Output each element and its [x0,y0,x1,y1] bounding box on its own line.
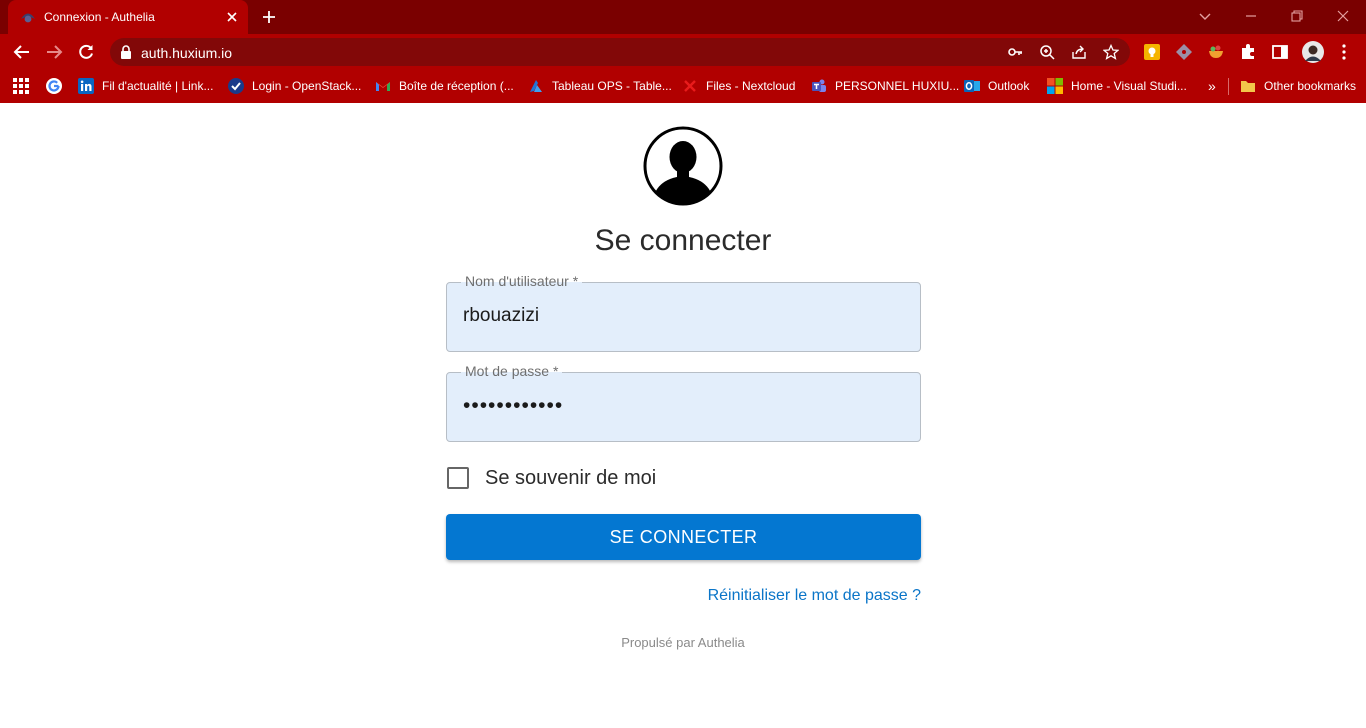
username-input[interactable] [463,301,903,331]
forward-icon[interactable] [45,43,63,61]
share-icon[interactable] [1071,44,1087,60]
side-panel-icon[interactable] [1271,43,1289,61]
bookmark-label: Login - OpenStack... [252,79,362,93]
openstack-icon [228,78,244,94]
keep-extension-icon[interactable] [1143,43,1161,61]
git-extension-icon[interactable] [1175,43,1193,61]
linkedin-icon [78,78,94,94]
outlook-icon [964,80,980,92]
bookmark-nextcloud[interactable]: Files - Nextcloud [682,77,795,95]
bookmark-linkedin[interactable]: Fil d'actualité | Link... [78,77,213,95]
powered-by-footer: Propulsé par Authelia [621,635,745,650]
azure-devops-icon [530,80,542,92]
nextcloud-icon [684,80,696,92]
bookmark-label: Home - Visual Studi... [1071,79,1187,93]
lock-icon[interactable] [120,45,132,59]
bookmark-label: Fil d'actualité | Link... [102,79,214,93]
bookmark-gmail[interactable]: Boîte de réception (... [375,77,514,95]
tab-strip: Connexion - Authelia [0,0,1366,34]
login-page: Se connecter Nom d'utilisateur * Mot de … [0,103,1366,728]
sign-in-button[interactable]: SE CONNECTER [446,514,921,560]
reload-icon[interactable] [77,43,95,61]
bookmark-tableau-ops[interactable]: Tableau OPS - Table... [528,77,672,95]
bookmark-label: Files - Nextcloud [706,79,796,93]
zoom-icon[interactable] [1039,44,1055,60]
new-tab-icon[interactable] [261,9,277,25]
more-bookmarks-button[interactable]: » [1208,77,1216,95]
key-icon[interactable] [1007,44,1023,60]
apps-grid-icon[interactable] [12,77,30,95]
password-field[interactable]: Mot de passe * [446,363,921,442]
gmail-icon [376,82,390,91]
microsoft-icon [1047,78,1063,94]
profile-avatar-icon[interactable] [1302,41,1324,63]
address-bar[interactable]: auth.huxium.io [110,38,1130,66]
tab-search-icon[interactable] [1195,6,1215,26]
close-icon[interactable] [224,9,240,25]
folder-icon [1241,81,1255,92]
minimize-icon[interactable] [1241,6,1261,26]
tab-active[interactable]: Connexion - Authelia [8,0,248,34]
toolbar: auth.huxium.io [0,34,1366,70]
extensions-puzzle-icon[interactable] [1239,43,1257,61]
tab-title: Connexion - Authelia [44,10,155,24]
chevron-double-icon: » [1208,78,1216,94]
teams-icon [812,79,826,92]
password-input[interactable] [463,391,903,421]
close-window-icon[interactable] [1333,6,1353,26]
bookmark-openstack[interactable]: Login - OpenStack... [228,77,361,95]
page-title: Se connecter [594,224,772,257]
menu-kebab-icon[interactable] [1335,43,1353,61]
bookmark-other-bookmarks[interactable]: Other bookmarks [1240,77,1356,95]
bookmark-personnel-huxium[interactable]: PERSONNEL HUXIU... [811,77,959,95]
bookmark-visual-studio[interactable]: Home - Visual Studi... [1047,77,1187,95]
salad-extension-icon[interactable] [1207,43,1225,61]
remember-me-label[interactable]: Se souvenir de moi [485,467,656,490]
reset-password-link[interactable]: Réinitialiser le mot de passe ? [646,587,921,605]
back-icon[interactable] [13,43,31,61]
username-field[interactable]: Nom d'utilisateur * [446,273,921,352]
bookmark-label: PERSONNEL HUXIU... [835,79,960,93]
restore-icon[interactable] [1287,6,1307,26]
bookmark-label: Outlook [988,79,1030,93]
bookmark-label: Boîte de réception (... [399,79,514,93]
bookmark-outlook[interactable]: Outlook [964,77,1029,95]
url-text[interactable]: auth.huxium.io [141,45,232,61]
bookmark-label: Tableau OPS - Table... [552,79,672,93]
bookmark-label: Other bookmarks [1264,79,1357,93]
bookmarks-bar: Fil d'actualité | Link... Login - OpenSt… [0,70,1366,103]
user-avatar-icon [643,126,723,206]
browser-chrome: Connexion - Authelia auth.huxium.io Fil … [0,0,1366,103]
authelia-favicon-icon [21,13,35,23]
password-label: Mot de passe * [461,363,563,379]
remember-me-checkbox[interactable] [447,467,469,489]
bookmark-google[interactable] [46,77,70,95]
google-icon [46,78,62,94]
username-label: Nom d'utilisateur * [461,273,583,289]
bookmarks-divider [1228,78,1229,95]
star-icon[interactable] [1103,44,1119,60]
